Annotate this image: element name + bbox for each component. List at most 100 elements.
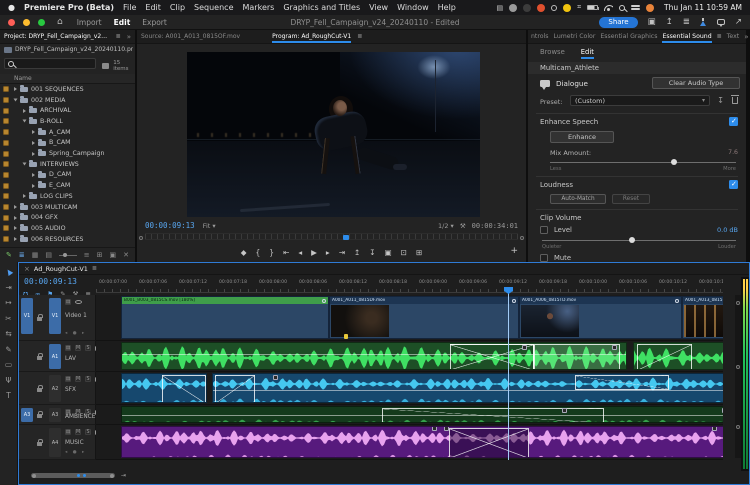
mute-track-button[interactable]: M xyxy=(75,429,81,435)
fade-out-box[interactable] xyxy=(382,408,604,423)
mark-out-button[interactable]: } xyxy=(269,248,274,257)
bin-row-004-gfx[interactable]: 004 GFX xyxy=(0,212,135,223)
rectangle-tool[interactable]: ▭ xyxy=(5,360,12,369)
bin-row-006-resources[interactable]: 006 RESOURCES xyxy=(0,234,135,245)
vscroll-handle[interactable] xyxy=(736,425,740,429)
source-target-patch-v1[interactable]: V1 xyxy=(21,298,33,334)
fullscreen-icon[interactable]: ↗ xyxy=(735,17,742,27)
fade-box[interactable] xyxy=(575,375,669,390)
vscroll-handle[interactable] xyxy=(736,301,740,305)
fade-in-box[interactable] xyxy=(637,344,692,370)
tab-essential-graphics[interactable]: Essential Graphics xyxy=(600,33,657,40)
audio-clip-music[interactable] xyxy=(121,426,723,458)
fade-in-box[interactable] xyxy=(215,375,255,403)
close-sequence-icon[interactable]: × xyxy=(24,265,30,273)
track-name-video-1[interactable]: Video 1 xyxy=(65,313,87,319)
chevron-right-icon[interactable] xyxy=(32,141,35,145)
zoom-window-button[interactable] xyxy=(38,19,45,26)
solo-track-button[interactable]: S xyxy=(85,376,91,382)
chevron-down-icon[interactable] xyxy=(23,163,27,166)
clear-audio-type-button[interactable]: Clear Audio Type xyxy=(652,77,740,89)
mix-amount-value[interactable]: 7.6 xyxy=(728,149,738,156)
sync-lock-icon[interactable]: ▤ xyxy=(65,299,71,305)
hand-tool[interactable]: Ψ xyxy=(6,376,12,385)
search-input[interactable] xyxy=(4,58,96,69)
delete-icon[interactable]: ✕ xyxy=(123,251,129,259)
layout-icon[interactable]: ▣ xyxy=(648,17,656,27)
loudness-reset-button[interactable]: Reset xyxy=(612,194,650,204)
menu-edit[interactable]: Edit xyxy=(145,3,161,12)
source-target-patch-a1[interactable]: A1 xyxy=(49,344,61,369)
multi-camera-button[interactable]: ⊞ xyxy=(416,248,422,257)
bin-path-icon[interactable] xyxy=(102,63,109,69)
solo-track-button[interactable]: S xyxy=(85,429,91,435)
razor-tool[interactable]: ✂ xyxy=(5,314,11,323)
quick-export-icon[interactable]: ↥ xyxy=(666,17,673,27)
fade-out-box[interactable] xyxy=(162,375,206,403)
music-crossfade[interactable] xyxy=(449,428,529,458)
selection-tool[interactable]: ▲ xyxy=(4,266,14,277)
menu-graphics-and-titles[interactable]: Graphics and Titles xyxy=(283,3,360,12)
tab-browse[interactable]: Browse xyxy=(540,48,565,56)
chevron-right-icon[interactable] xyxy=(23,109,26,113)
chevron-right-icon[interactable] xyxy=(14,216,17,220)
level-slider[interactable] xyxy=(542,240,736,241)
monitor-scrubber[interactable] xyxy=(145,233,518,240)
lock-icon[interactable] xyxy=(37,356,42,360)
lock-icon[interactable] xyxy=(37,414,42,418)
fit-sequence-icon[interactable]: ⇥ xyxy=(121,472,126,479)
go-to-out-button[interactable]: ⇥ xyxy=(339,248,345,257)
nav-tab-edit[interactable]: Edit xyxy=(108,18,137,27)
bin-row-002-media[interactable]: 002 MEDIA xyxy=(0,95,135,106)
timeline-ruler[interactable]: 00:00:07:0000:00:07:0600:00:07:1200:00:0… xyxy=(96,277,723,293)
keyframe-nav[interactable]: ◂ ● ▸ xyxy=(65,331,86,336)
ripple-edit-tool[interactable]: ↦ xyxy=(5,298,11,307)
sync-lock-icon[interactable]: ▤ xyxy=(65,376,71,382)
ring-icon[interactable] xyxy=(551,5,557,11)
bin-row-b-cam[interactable]: B_CAM xyxy=(0,138,135,149)
nav-tab-import[interactable]: Import xyxy=(71,18,108,27)
bin-row-archival[interactable]: ARCHIVAL xyxy=(0,105,135,116)
user-dot-icon[interactable] xyxy=(646,4,654,12)
bin-row-d-cam[interactable]: D_CAM xyxy=(0,170,135,181)
apple-logo[interactable]: ● xyxy=(8,3,15,12)
scrubber-end-handle[interactable] xyxy=(520,236,524,240)
app-window-icon[interactable]: ▤ xyxy=(496,4,503,12)
project-writable-icon[interactable]: ✎ xyxy=(6,251,12,259)
go-to-in-button[interactable]: ⇤ xyxy=(283,248,289,257)
bin-row-a-cam[interactable]: A_CAM xyxy=(0,127,135,138)
chevron-right-icon[interactable] xyxy=(14,205,17,209)
tab-source-monitor[interactable]: Source: A001_A013_0815OF.mov xyxy=(141,33,240,40)
pen-tool[interactable]: ✎ xyxy=(5,345,11,354)
export-frame-button[interactable]: ▣ xyxy=(385,248,392,257)
audio-clip-lav-1[interactable] xyxy=(121,342,627,370)
chevron-right-icon[interactable] xyxy=(32,173,35,177)
app-menu-name[interactable]: Premiere Pro (Beta) xyxy=(24,3,114,12)
close-window-button[interactable] xyxy=(8,19,15,26)
bin-row-005-audio[interactable]: 005 AUDIO xyxy=(0,223,135,234)
chevron-right-icon[interactable] xyxy=(14,237,17,241)
beta-feedback-icon[interactable] xyxy=(700,18,707,26)
sequence-tab[interactable]: Ad_RoughCut-V1 xyxy=(34,265,88,273)
sort-icon[interactable]: ≡ xyxy=(84,251,90,259)
audio-clip-sfx-1[interactable] xyxy=(121,373,207,403)
selected-segment[interactable] xyxy=(534,344,620,370)
zoom-slider[interactable] xyxy=(59,255,77,256)
delete-preset-icon[interactable] xyxy=(732,97,738,104)
timeline-timecode[interactable]: 00:00:09:13 xyxy=(24,277,77,286)
playback-resolution-dropdown[interactable]: 1/2 ▾ xyxy=(438,222,454,230)
step-forward-button[interactable]: ▸ xyxy=(326,248,330,257)
track-content-a1[interactable] xyxy=(96,341,723,372)
extract-button[interactable]: ↧ xyxy=(369,248,375,257)
lock-icon[interactable] xyxy=(37,317,42,321)
minimize-window-button[interactable] xyxy=(23,19,30,26)
auto-match-button[interactable]: Auto-Match xyxy=(550,194,606,204)
tab-project[interactable]: Project: DRYP_Fell_Campaign_v24_20240110 xyxy=(4,33,110,40)
mute-checkbox[interactable] xyxy=(540,254,548,262)
audio-clip-sfx-2[interactable] xyxy=(212,373,723,403)
video-clip-3[interactable]: A001_A006_0815TD.mov xyxy=(519,296,682,339)
level-checkbox[interactable] xyxy=(540,226,548,234)
track-header-v1[interactable]: V1V1▤Video 1◂ ● ▸ xyxy=(19,295,96,341)
menu-view[interactable]: View xyxy=(369,3,388,12)
solo-track-button[interactable]: S xyxy=(85,345,91,351)
